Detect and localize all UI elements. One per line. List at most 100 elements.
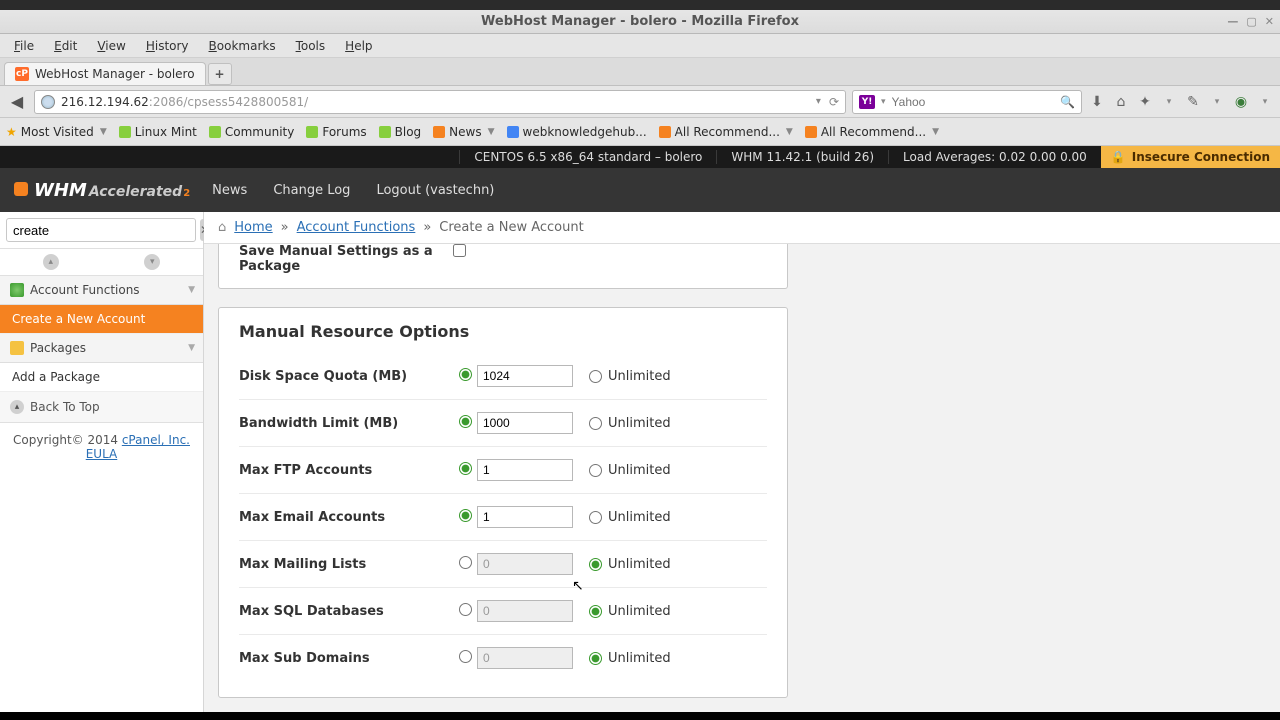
value-radio[interactable] [459,650,472,663]
unlimited-radio[interactable] [589,558,602,571]
bookmarks-toolbar: ★Most Visited▼ Linux Mint Community Forums B… [0,118,1280,146]
nav-link[interactable]: Change Log [273,183,350,198]
resource-panel-title: Manual Resource Options [219,308,787,347]
nav-link[interactable]: Logout (vastechn) [376,183,494,198]
value-input[interactable] [477,553,573,575]
search-engine-icon[interactable]: Y! [859,95,875,109]
value-input[interactable] [477,506,573,528]
feed-icon[interactable]: ▾ [816,96,821,107]
unlimited-radio[interactable] [589,511,602,524]
menu-tools[interactable]: Tools [288,37,334,55]
status-bar: CENTOS 6.5 x86_64 standard – bolero WHM … [0,146,1280,168]
bookmark-item[interactable]: All Recommend...▼ [805,125,939,139]
globe-toolbar-icon[interactable]: ◉ [1232,93,1250,111]
new-tab-button[interactable]: + [208,63,232,85]
star-icon: ★ [6,125,17,139]
unlimited-radio[interactable] [589,605,602,618]
toolbar-dd-2[interactable]: ▾ [1208,93,1226,111]
tab-bar: cP WebHost Manager - bolero + [0,58,1280,86]
bookmark-item[interactable]: webknowledgehub... [507,125,647,139]
cpanel-link[interactable]: cPanel, Inc. [122,433,190,447]
url-bar[interactable]: 216.12.194.62:2086/cpsess5428800581/ ▾ ⟳ [34,90,846,114]
sidebar-search-input[interactable] [6,218,196,242]
search-go-icon[interactable]: 🔍 [1060,95,1075,109]
resource-row: Max Email Accounts Unlimited [239,494,767,541]
unlimited-label: Unlimited [608,416,671,431]
menu-help[interactable]: Help [337,37,380,55]
resource-label: Max Email Accounts [239,510,459,525]
search-input[interactable] [892,95,1055,109]
rss-icon [433,126,445,138]
eula-link[interactable]: EULA [86,447,118,461]
unlimited-label: Unlimited [608,604,671,619]
rss-icon [805,126,817,138]
value-input[interactable] [477,647,573,669]
sidebar-group[interactable]: Account Functions▼ [0,276,203,305]
bookmark-item[interactable]: ★Most Visited▼ [6,125,107,139]
reload-icon[interactable]: ⟳ [829,95,839,109]
sidebar-group[interactable]: Packages▼ [0,334,203,363]
unlimited-radio[interactable] [589,464,602,477]
unlimited-radio[interactable] [589,652,602,665]
value-radio[interactable] [459,556,472,569]
save-settings-label: Save Manual Settings as a Package [239,244,439,274]
bookmark-item[interactable]: News▼ [433,125,494,139]
expand-all-button[interactable]: ▾ [102,249,204,275]
home-icon[interactable]: ⌂ [1112,93,1130,111]
pencil-icon[interactable]: ✎ [1184,93,1202,111]
whm-logo[interactable]: WHM Accelerated 2 [14,180,190,201]
status-os: CENTOS 6.5 x86_64 standard – bolero [459,150,716,164]
back-to-top[interactable]: ▴ Back To Top [0,392,203,423]
url-text: 216.12.194.62:2086/cpsess5428800581/ [61,95,810,109]
app-nav: WHM Accelerated 2 News Change Log Logout (… [0,168,1280,212]
insecure-badge[interactable]: 🔒 Insecure Connection [1101,146,1280,168]
value-radio[interactable] [459,368,472,381]
value-input[interactable] [477,459,573,481]
os-panel [0,0,1280,10]
menu-bookmarks[interactable]: Bookmarks [201,37,284,55]
menu-view[interactable]: View [89,37,133,55]
breadcrumb-home[interactable]: Home [234,220,272,235]
save-settings-checkbox[interactable] [453,244,466,257]
chevron-down-icon: ▼ [188,285,195,295]
unlimited-radio[interactable] [589,417,602,430]
unlimited-label: Unlimited [608,510,671,525]
minimize-icon[interactable]: — [1227,15,1238,28]
value-input[interactable] [477,600,573,622]
menu-edit[interactable]: Edit [46,37,85,55]
collapse-all-button[interactable]: ▴ [0,249,102,275]
value-radio[interactable] [459,603,472,616]
mint-icon [119,126,131,138]
resource-label: Disk Space Quota (MB) [239,369,459,384]
unlimited-radio[interactable] [589,370,602,383]
bookmark-item[interactable]: Linux Mint [119,125,197,139]
search-bar[interactable]: Y! ▾ 🔍 [852,90,1082,114]
window-titlebar: WebHost Manager - bolero - Mozilla Firef… [0,10,1280,34]
resource-row: Max FTP AccountsUnlimited [239,447,767,494]
maximize-icon[interactable]: ▢ [1246,15,1256,28]
value-radio[interactable] [459,509,472,522]
close-icon[interactable]: ✕ [1265,15,1274,28]
home-breadcrumb-icon[interactable]: ⌂ [218,220,226,235]
bookmark-item[interactable]: Community [209,125,294,139]
breadcrumb-group[interactable]: Account Functions [297,220,416,235]
toolbar-dd-3[interactable]: ▾ [1256,93,1274,111]
sidebar-item[interactable]: Create a New Account [0,305,203,334]
value-radio[interactable] [459,462,472,475]
bookmark-item[interactable]: Forums [306,125,366,139]
back-button[interactable]: ◀ [6,91,28,113]
menu-file[interactable]: File [6,37,42,55]
menu-history[interactable]: History [138,37,197,55]
value-radio[interactable] [459,415,472,428]
nav-link[interactable]: News [212,183,247,198]
bookmark-item[interactable]: All Recommend...▼ [659,125,793,139]
addon-icon[interactable]: ✦ [1136,93,1154,111]
resource-row: Max SQL DatabasesUnlimited [239,588,767,635]
sidebar-item[interactable]: Add a Package [0,363,203,392]
value-input[interactable] [477,412,573,434]
browser-tab[interactable]: cP WebHost Manager - bolero [4,62,206,85]
download-icon[interactable]: ⬇ [1088,93,1106,111]
toolbar-dd-1[interactable]: ▾ [1160,93,1178,111]
value-input[interactable] [477,365,573,387]
bookmark-item[interactable]: Blog [379,125,422,139]
